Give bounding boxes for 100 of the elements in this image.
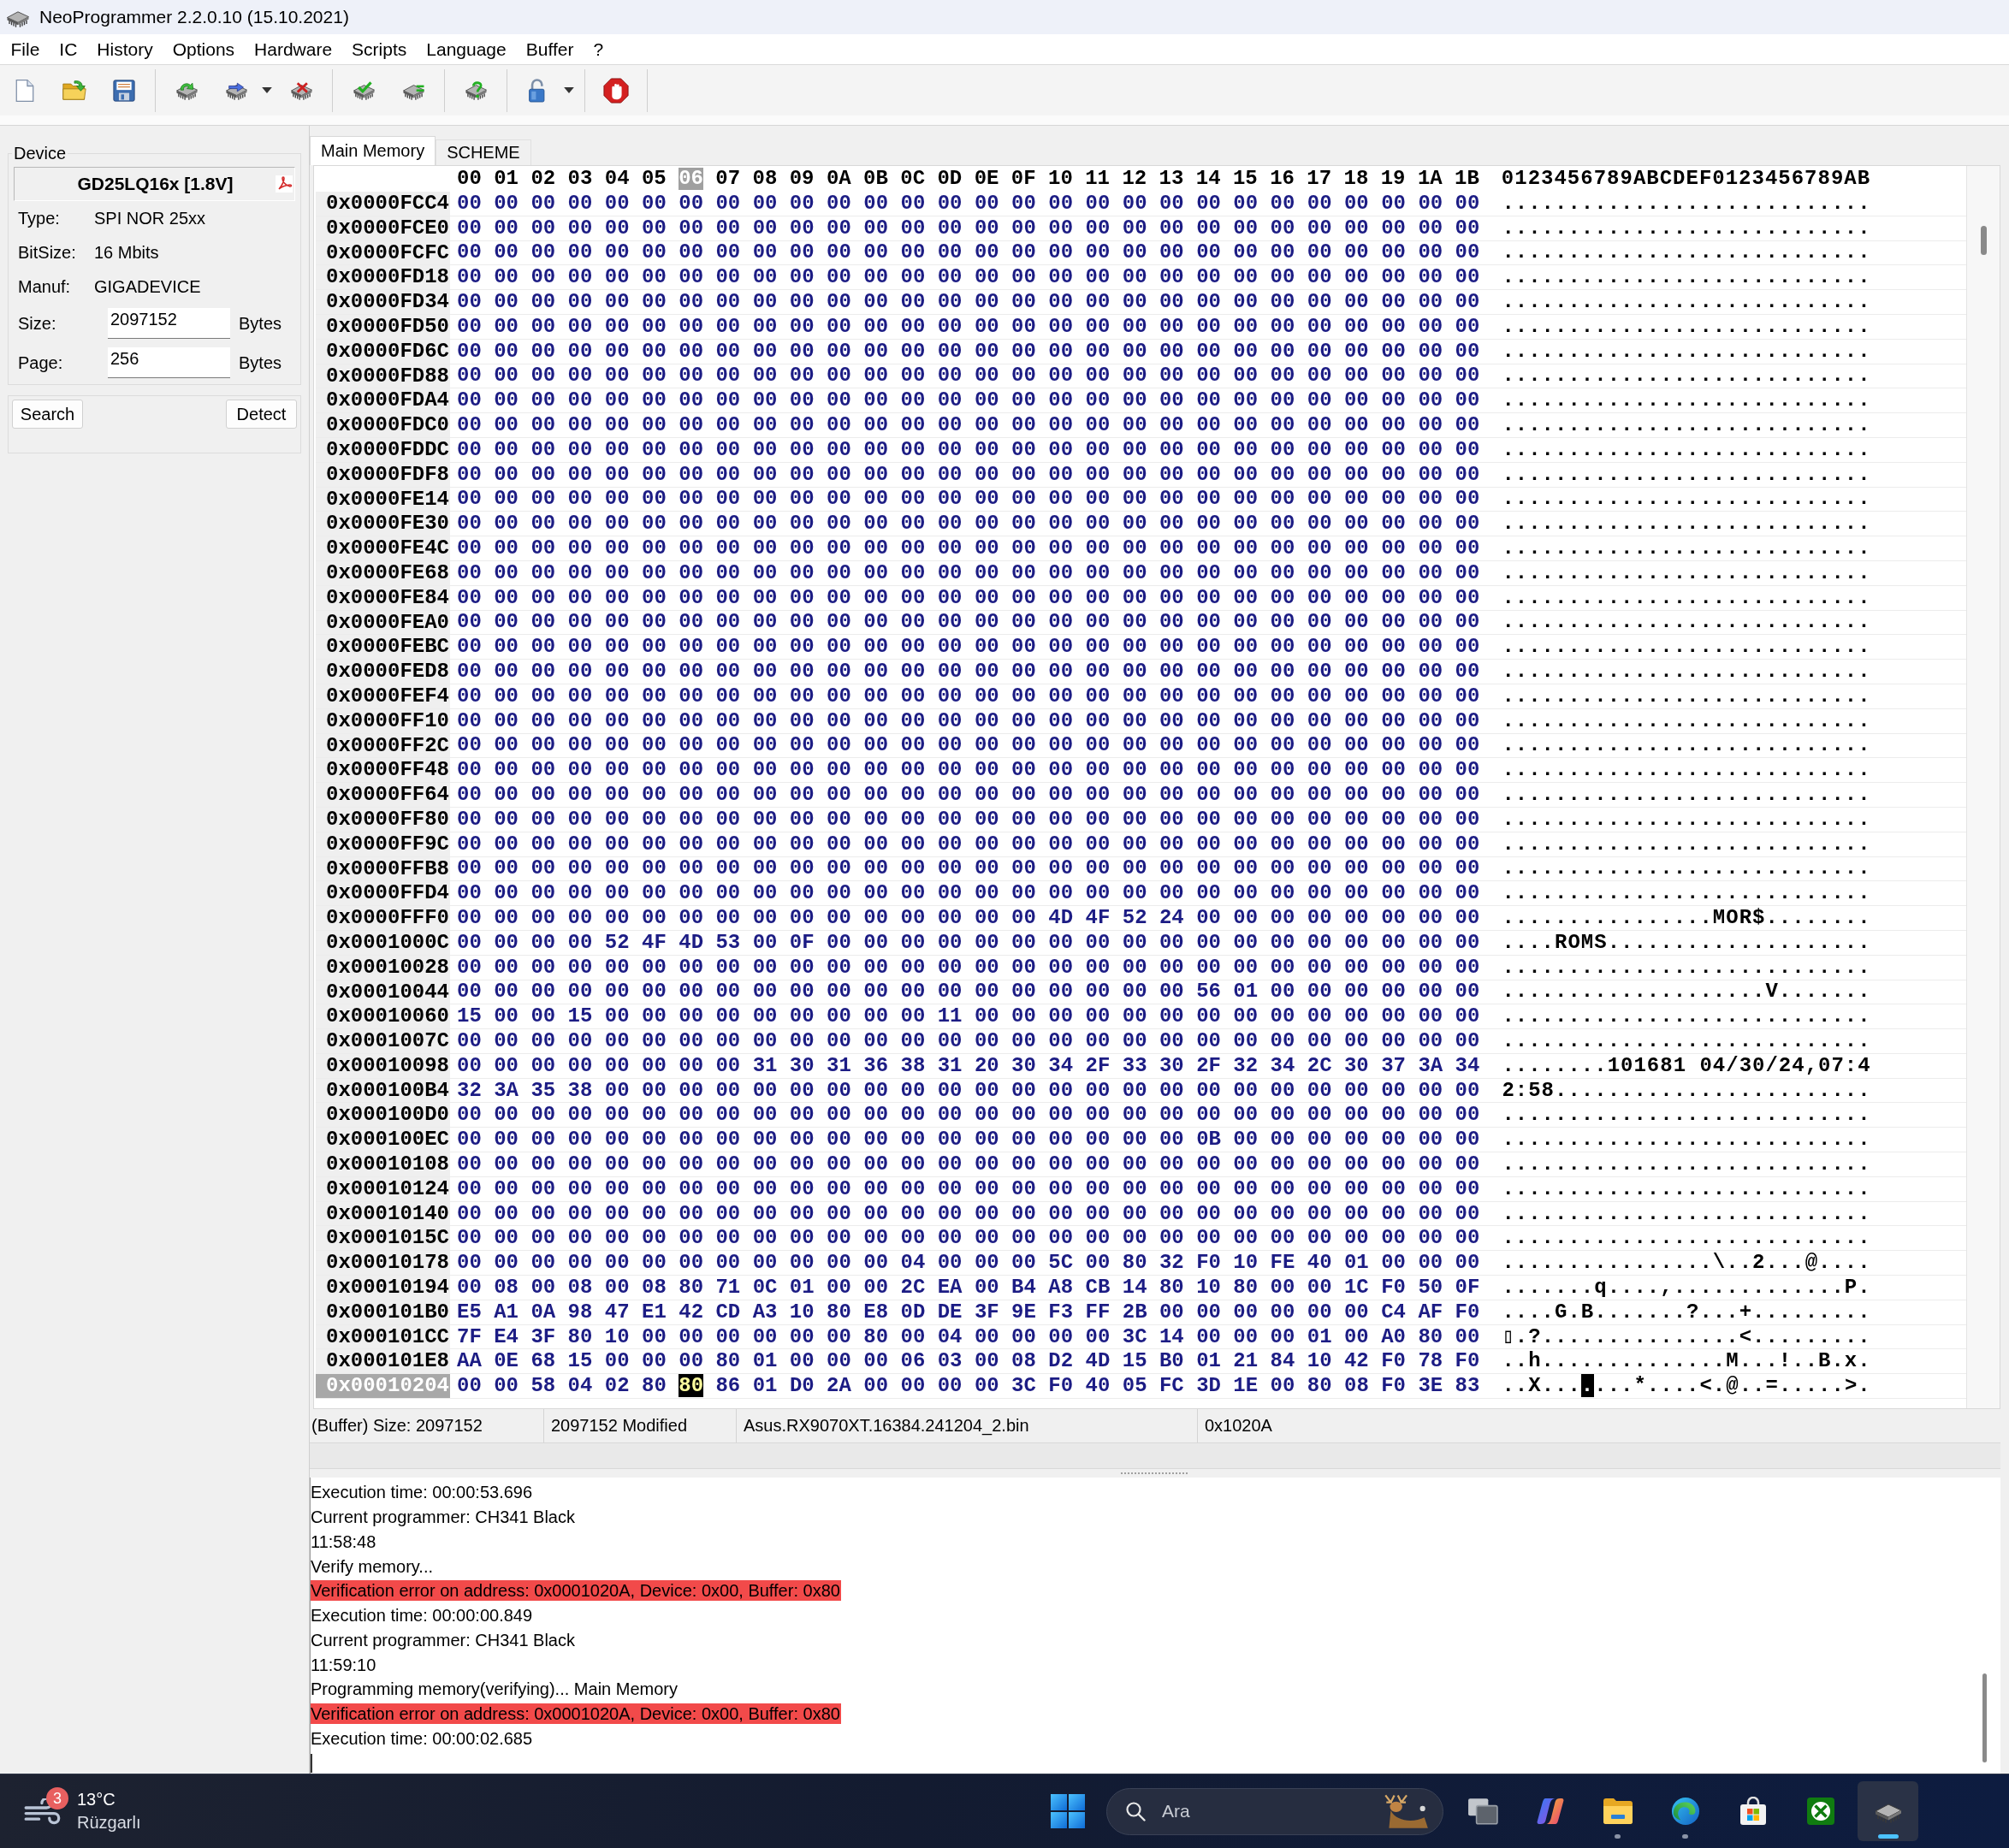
column-header[interactable]: 03: [567, 168, 593, 190]
menu-item[interactable]: Hardware: [244, 36, 342, 62]
input-field[interactable]: 256: [108, 347, 230, 378]
column-header[interactable]: 07: [715, 168, 741, 190]
ascii-text: ............................: [1502, 759, 1871, 782]
row-address[interactable]: 0x0000FEF4: [316, 684, 450, 708]
row-address[interactable]: 0x0000FEA0: [316, 610, 450, 635]
row-address[interactable]: 0x0000FF9C: [316, 832, 450, 856]
splitter-grip-icon[interactable]: [1121, 1472, 1189, 1475]
column-header[interactable]: 18: [1343, 168, 1369, 190]
column-header[interactable]: 16: [1270, 168, 1295, 190]
column-header[interactable]: 0A: [826, 168, 851, 190]
search-field[interactable]: Ara: [1106, 1787, 1443, 1835]
menu-item[interactable]: Scripts: [341, 36, 417, 62]
column-header[interactable]: 09: [789, 168, 815, 190]
row-address[interactable]: 0x0000FD6C: [316, 339, 450, 364]
menu-item[interactable]: IC: [49, 36, 87, 62]
row-address[interactable]: 0x00010044: [316, 980, 450, 1004]
scrollbar-thumb[interactable]: [1980, 226, 1987, 255]
row-address[interactable]: 0x0000FEBC: [316, 635, 450, 660]
row-address[interactable]: 0x00010028: [316, 955, 450, 980]
row-address[interactable]: 0x0000FD88: [316, 364, 450, 388]
row-address[interactable]: 0x000101B0: [316, 1300, 450, 1324]
column-header[interactable]: 0C: [900, 168, 926, 190]
search-button[interactable]: Search: [12, 400, 83, 429]
column-header[interactable]: 00: [457, 168, 482, 190]
pdf-icon[interactable]: [276, 175, 293, 192]
menu-item[interactable]: Language: [416, 36, 517, 62]
column-header[interactable]: 02: [530, 168, 556, 190]
tab[interactable]: Main Memory: [310, 136, 436, 165]
row-address[interactable]: 0x0001000C: [316, 930, 450, 955]
row-address[interactable]: 0x0001015C: [316, 1226, 450, 1251]
column-header[interactable]: 04: [604, 168, 630, 190]
row-address[interactable]: 0x0000FCE0: [316, 216, 450, 240]
row-address[interactable]: 0x0000FD50: [316, 315, 450, 339]
menu-item[interactable]: History: [86, 36, 163, 62]
row-address[interactable]: 0x0000FE4C: [316, 536, 450, 560]
column-header[interactable]: 17: [1307, 168, 1332, 190]
row-address[interactable]: 0x0000FFF0: [316, 906, 450, 930]
column-header[interactable]: 1B: [1455, 168, 1479, 190]
row-address[interactable]: 0x0000FD18: [316, 265, 450, 290]
row-address[interactable]: 0x0000FFB8: [316, 856, 450, 881]
row-address[interactable]: 0x0000FCFC: [316, 240, 450, 265]
column-header[interactable]: 13: [1159, 168, 1184, 190]
row-address[interactable]: 0x0000FE14: [316, 487, 450, 512]
hex-bytes: 00 00 00 00 00 00 00 00 00 00 00 00 00 00 00 00 00 00 00 00 00 00 00 00 00 00 00 00: [457, 488, 1480, 511]
column-header[interactable]: 12: [1122, 168, 1147, 190]
column-header[interactable]: 0E: [974, 168, 999, 190]
row-address[interactable]: 0x0001007C: [316, 1029, 450, 1053]
menu-item[interactable]: ?: [583, 36, 613, 62]
row-address[interactable]: 0x00010140: [316, 1201, 450, 1226]
row-address[interactable]: 0x0000FFD4: [316, 881, 450, 906]
row-address[interactable]: 0x0000FF2C: [316, 733, 450, 758]
row-address[interactable]: 0x0000FF10: [316, 708, 450, 733]
row-address[interactable]: 0x00010108: [316, 1152, 450, 1176]
menu-item[interactable]: File: [1, 36, 50, 62]
column-header[interactable]: 0F: [1010, 168, 1036, 190]
row-address[interactable]: 0x00010194: [316, 1276, 450, 1300]
column-header[interactable]: 14: [1195, 168, 1221, 190]
row-address[interactable]: 0x00010124: [316, 1176, 450, 1201]
row-address[interactable]: 0x00010178: [316, 1251, 450, 1276]
row-address[interactable]: 0x0000FE84: [316, 585, 450, 610]
row-address[interactable]: 0x0000FED8: [316, 660, 450, 684]
row-address[interactable]: 0x0000FD34: [316, 290, 450, 314]
column-header[interactable]: 19: [1380, 168, 1406, 190]
column-header[interactable]: 0B: [863, 168, 888, 190]
row-address[interactable]: 0x000100EC: [316, 1128, 450, 1152]
row-address[interactable]: 0x0000FE68: [316, 560, 450, 585]
column-header[interactable]: 11: [1085, 168, 1110, 190]
scrollbar-thumb[interactable]: [1982, 1673, 1987, 1762]
tab[interactable]: SCHEME: [436, 139, 531, 165]
row-address[interactable]: 0x0000FDC0: [316, 413, 450, 437]
row-address[interactable]: 0x0000FDA4: [316, 388, 450, 413]
row-address[interactable]: 0x0000FDF8: [316, 462, 450, 487]
chip-cross-icon: [288, 80, 314, 101]
row-address[interactable]: 0x00010060: [316, 1004, 450, 1029]
column-header[interactable]: 10: [1048, 168, 1073, 190]
row-address[interactable]: 0x0000FF64: [316, 783, 450, 807]
row-address[interactable]: 0x000100B4: [316, 1078, 450, 1103]
column-header[interactable]: 08: [752, 168, 778, 190]
column-header[interactable]: 15: [1232, 168, 1258, 190]
row-address[interactable]: 0x0000FF48: [316, 758, 450, 783]
row-address[interactable]: 0x0000FCC4: [316, 192, 450, 216]
row-address[interactable]: 0x000101E8: [316, 1349, 450, 1374]
row-address[interactable]: 0x0000FDDC: [316, 437, 450, 462]
row-address[interactable]: 0x00010098: [316, 1053, 450, 1078]
hex-bytes: 00 00 00 00 00 00 00 00 00 00 00 00 00 00 00 00 00 00 00 00 00 00 00 00 00 00 00 00: [457, 414, 1480, 437]
detect-button[interactable]: Detect: [226, 400, 297, 429]
menu-item[interactable]: Options: [163, 36, 245, 62]
column-header[interactable]: 1A: [1417, 168, 1443, 190]
row-address[interactable]: 0x0000FE30: [316, 512, 450, 536]
row-address[interactable]: 0x000100D0: [316, 1103, 450, 1128]
column-header[interactable]: 01: [494, 168, 519, 190]
taskbar-button[interactable]: [1858, 1781, 1918, 1841]
column-header[interactable]: 0D: [937, 168, 963, 190]
row-address[interactable]: 0x000101CC: [316, 1324, 450, 1349]
input-field[interactable]: 2097152: [108, 308, 230, 339]
menu-item[interactable]: Buffer: [516, 36, 584, 62]
column-header[interactable]: 05: [641, 168, 667, 190]
row-address[interactable]: 0x0000FF80: [316, 807, 450, 832]
